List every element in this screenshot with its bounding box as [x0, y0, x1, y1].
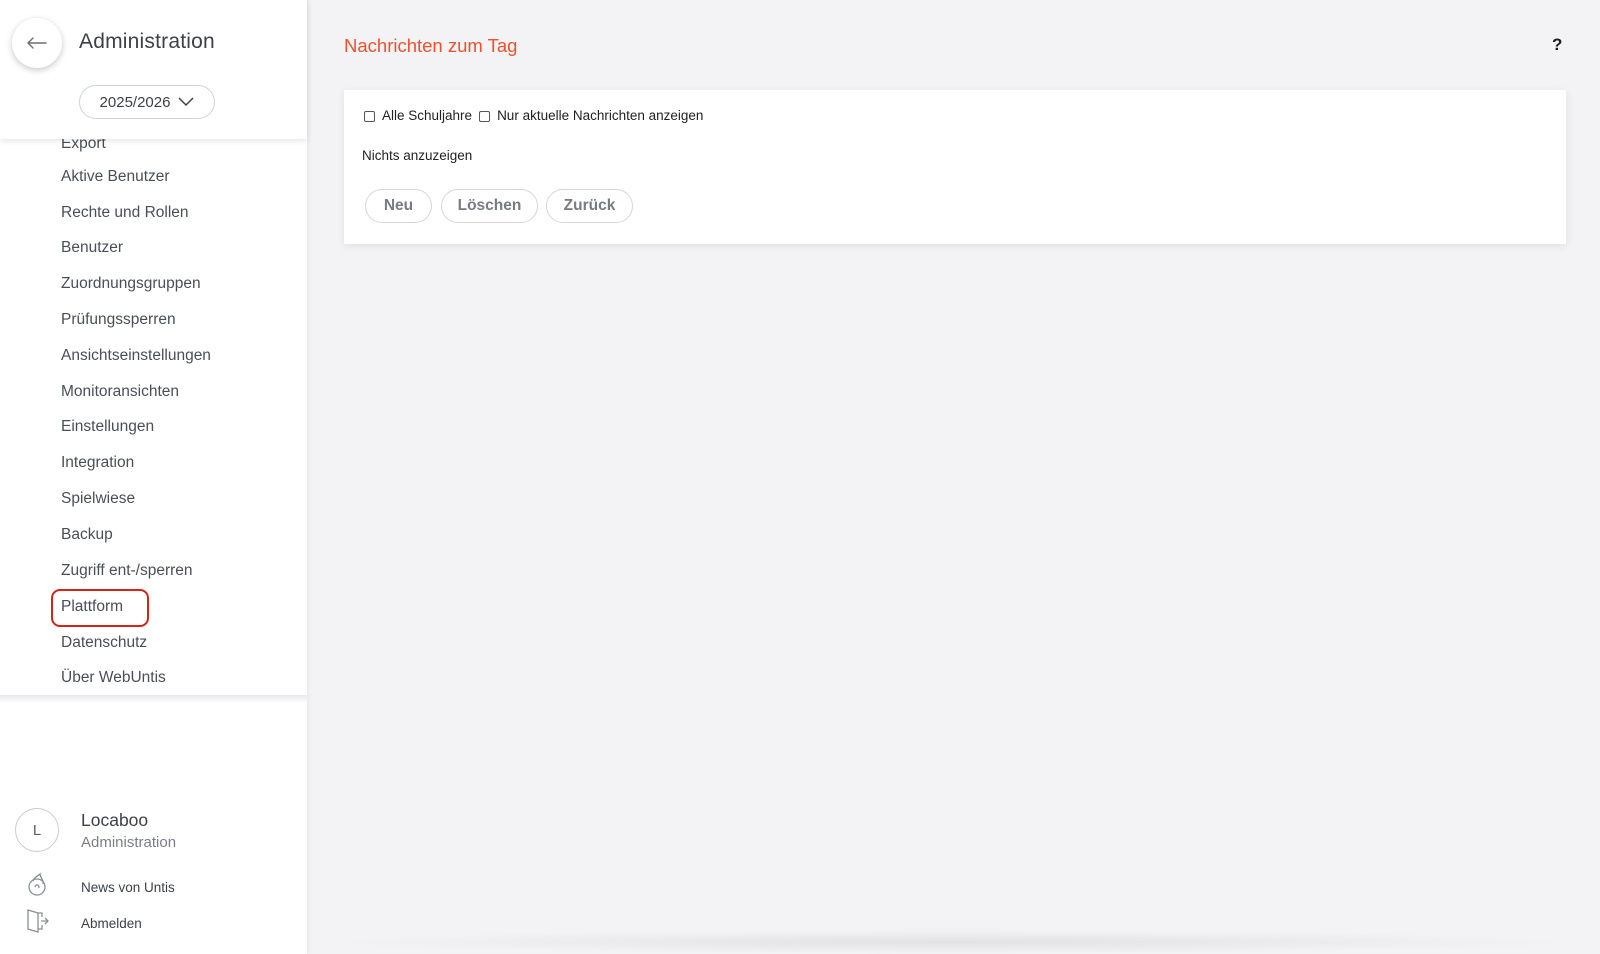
current-messages-checkbox[interactable] — [479, 111, 491, 122]
sidebar-item-zugriff-sperren[interactable]: Zugriff ent-/sperren — [61, 559, 193, 583]
current-messages-label[interactable]: Nur aktuelle Nachrichten anzeigen — [497, 108, 703, 123]
sidebar-item-ansichtseinstellungen[interactable]: Ansichtseinstellungen — [61, 344, 211, 368]
sidebar-item-integration[interactable]: Integration — [61, 451, 134, 475]
news-icon[interactable] — [24, 872, 50, 898]
sidebar-item-datenschutz[interactable]: Datenschutz — [61, 631, 147, 655]
logout-link[interactable]: Abmelden — [81, 916, 142, 931]
school-year-value: 2025/2026 — [99, 93, 171, 111]
nav-divider — [0, 695, 307, 703]
sidebar-item-spielwiese[interactable]: Spielwiese — [61, 487, 135, 511]
sidebar-title: Administration — [79, 30, 215, 53]
user-role: Administration — [81, 834, 177, 851]
sidebar-item-plattform[interactable]: Plattform — [61, 595, 123, 619]
back-button[interactable] — [12, 18, 62, 68]
arrow-left-icon — [27, 37, 47, 49]
sidebar-item-rechte-und-rollen[interactable]: Rechte und Rollen — [61, 201, 189, 225]
sidebar-item-backup[interactable]: Backup — [61, 523, 113, 547]
help-button[interactable]: ? — [1552, 35, 1562, 55]
chevron-down-icon — [178, 97, 194, 107]
sidebar-item-benutzer[interactable]: Benutzer — [61, 236, 123, 260]
sidebar-item-zuordnungsgruppen[interactable]: Zuordnungsgruppen — [61, 272, 201, 296]
sidebar-item-ueber-webuntis[interactable]: Über WebUntis — [61, 666, 166, 690]
sidebar-item-export[interactable]: Export — [61, 139, 106, 156]
page-title: Nachrichten zum Tag — [344, 35, 518, 56]
content-panel: Alle Schuljahre Nur aktuelle Nachrichten… — [344, 90, 1566, 244]
sidebar-header: Administration 2025/2026 — [0, 0, 307, 139]
user-name[interactable]: Locaboo — [81, 810, 148, 831]
all-years-label[interactable]: Alle Schuljahre — [382, 108, 472, 123]
back-nav-button[interactable]: Zurück — [546, 189, 633, 223]
footer-shadow — [320, 930, 1580, 954]
filter-row: Alle Schuljahre Nur aktuelle Nachrichten… — [364, 108, 710, 123]
new-button[interactable]: Neu — [365, 189, 432, 223]
sidebar-item-pruefungssperren[interactable]: Prüfungssperren — [61, 308, 176, 332]
delete-button[interactable]: Löschen — [441, 189, 538, 223]
avatar[interactable]: L — [15, 808, 59, 852]
school-year-select[interactable]: 2025/2026 — [79, 85, 215, 119]
sidebar: Export Aktive Benutzer Rechte und Rollen… — [0, 0, 307, 954]
sidebar-item-aktive-benutzer[interactable]: Aktive Benutzer — [61, 165, 170, 189]
sidebar-nav: Export Aktive Benutzer Rechte und Rollen… — [0, 139, 307, 695]
all-years-checkbox[interactable] — [364, 111, 375, 122]
empty-state-text: Nichts anzuzeigen — [362, 148, 473, 163]
logout-icon[interactable] — [24, 908, 50, 934]
news-link[interactable]: News von Untis — [81, 880, 175, 895]
sidebar-item-einstellungen[interactable]: Einstellungen — [61, 415, 154, 439]
sidebar-item-monitoransichten[interactable]: Monitoransichten — [61, 380, 179, 404]
